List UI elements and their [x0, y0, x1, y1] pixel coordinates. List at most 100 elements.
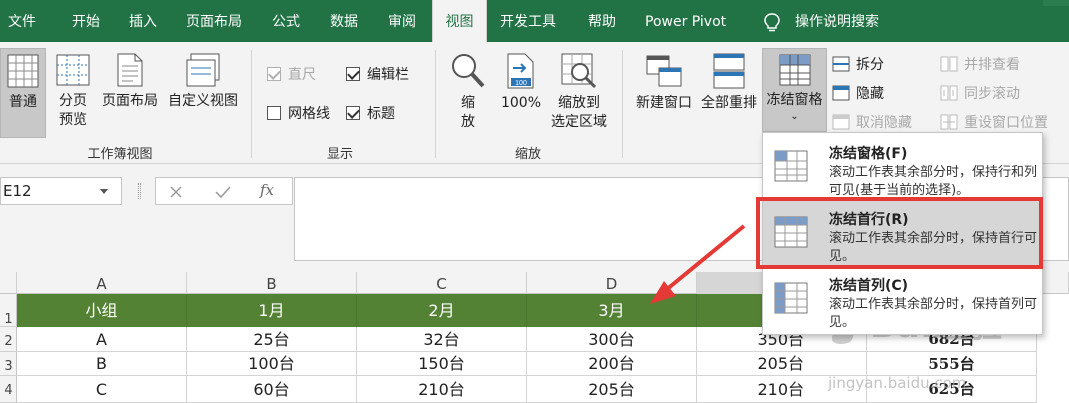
zoom-to-selection-button[interactable]: 缩放到 选定区域	[546, 52, 612, 132]
table-cell[interactable]: 300台	[527, 327, 697, 352]
insert-function-button[interactable]: fx	[260, 181, 274, 199]
table-cell[interactable]: 205台	[527, 376, 697, 403]
group-label-workbook-views: 工作簿视图	[87, 147, 153, 162]
gridlines-checkbox[interactable]: 网格线	[267, 103, 330, 123]
custom-views-label: 自定义视图	[168, 93, 238, 109]
table-cell[interactable]: 210台	[357, 376, 527, 403]
hide-label: 隐藏	[856, 86, 884, 102]
arrange-all-icon	[713, 53, 745, 89]
table-cell[interactable]: 200台	[527, 352, 697, 376]
sync-scroll-label: 同步滚动	[964, 86, 1020, 102]
table-cell[interactable]: 32台	[357, 327, 527, 352]
gridlines-label: 网格线	[288, 106, 330, 122]
split-button[interactable]: 拆分	[832, 54, 884, 74]
reset-position-icon	[940, 114, 958, 130]
menu-item-freeze-first-column[interactable]: 冻结首列(C) 滚动工作表其余部分时，保持首列可见。	[763, 267, 1042, 333]
tab-developer[interactable]: 开发工具	[500, 0, 556, 42]
menu-item-freeze-panes[interactable]: 冻结窗格(F) 滚动工作表其余部分时，保持行和列可见(基于当前的选择)。	[763, 135, 1042, 201]
zoom-100-button[interactable]: 100 100%	[497, 52, 545, 113]
ruler-checkbox[interactable]: 直尺	[267, 64, 316, 84]
new-window-button[interactable]: 新建窗口	[632, 52, 696, 113]
reset-window-position-button[interactable]: 重设窗口位置	[940, 112, 1048, 132]
custom-view-icon	[186, 53, 220, 87]
menu-item-title: 冻结首列(C)	[829, 278, 909, 294]
table-cell[interactable]: A	[17, 327, 187, 352]
select-all-corner[interactable]	[0, 272, 17, 294]
zoom-100-icon: 100	[507, 53, 534, 89]
tab-power-pivot[interactable]: Power Pivot	[645, 0, 726, 42]
freeze-first-column-icon	[774, 282, 808, 314]
group-label-show: 显示	[326, 147, 353, 162]
gridlines-check-mark	[267, 106, 281, 120]
side-by-side-button[interactable]: 并排查看	[940, 54, 1020, 74]
header-cell-jan[interactable]: 1月	[187, 294, 357, 327]
freeze-panes-label: 冻结窗格	[766, 92, 823, 108]
header-cell-mar[interactable]: 3月	[527, 294, 697, 327]
page-layout-view-button[interactable]: 页面布局	[98, 52, 162, 111]
tab-help[interactable]: 帮助	[588, 0, 616, 42]
enter-check-icon[interactable]	[214, 184, 232, 200]
cancel-icon[interactable]	[168, 184, 184, 200]
tab-formulas[interactable]: 公式	[272, 0, 300, 42]
arrange-all-button[interactable]: 全部重排	[697, 52, 761, 113]
column-header-a[interactable]: A	[17, 272, 187, 294]
formula-bar-label: 编辑栏	[367, 67, 409, 83]
page-break-preview-button[interactable]: 分页 预览	[52, 52, 94, 130]
tab-review[interactable]: 审阅	[388, 0, 416, 42]
table-cell[interactable]: 60台	[187, 376, 357, 403]
tell-me-search[interactable]: 操作说明搜索	[795, 0, 879, 42]
table-cell[interactable]: 25台	[187, 327, 357, 352]
menu-item-title: 冻结窗格(F)	[829, 146, 908, 162]
splitter-handle[interactable]	[138, 183, 141, 199]
table-cell[interactable]: 100台	[187, 352, 357, 376]
sync-scroll-icon	[940, 85, 958, 101]
column-header-b[interactable]: B	[187, 272, 357, 294]
tab-home[interactable]: 开始	[72, 0, 100, 42]
unhide-label: 取消隐藏	[856, 115, 912, 131]
table-cell[interactable]: 150台	[357, 352, 527, 376]
split-icon	[832, 56, 850, 72]
tab-data[interactable]: 数据	[330, 0, 358, 42]
menu-item-desc: 滚动工作表其余部分时，保持行和列可见(基于当前的选择)。	[829, 165, 1038, 198]
tab-view[interactable]: 视图	[432, 0, 487, 42]
normal-view-button[interactable]: 普通	[0, 48, 46, 138]
header-cell-feb[interactable]: 2月	[357, 294, 527, 327]
page-layout-label: 页面布局	[102, 93, 158, 109]
custom-views-button[interactable]: 自定义视图	[163, 52, 243, 111]
tab-insert[interactable]: 插入	[129, 0, 157, 42]
headings-check-mark	[346, 106, 360, 120]
freeze-panes-button[interactable]: 冻结窗格 ⌄	[762, 48, 827, 132]
side-by-side-label: 并排查看	[964, 57, 1020, 73]
group-separator	[622, 50, 623, 158]
name-box-dropdown-icon[interactable]	[100, 189, 108, 194]
tab-page-layout[interactable]: 页面布局	[186, 0, 242, 42]
group-separator	[435, 50, 436, 158]
header-cell-group[interactable]: 小组	[17, 294, 187, 327]
hide-window-icon	[832, 85, 850, 101]
tab-file[interactable]: 文件	[8, 0, 36, 42]
row-header-1[interactable]: 1	[0, 294, 17, 327]
title-bar-edge	[1043, 0, 1069, 6]
new-window-icon	[646, 55, 682, 87]
unhide-button[interactable]: 取消隐藏	[832, 112, 912, 132]
column-header-c[interactable]: C	[357, 272, 527, 294]
svg-text:100: 100	[515, 80, 527, 87]
zoom-button[interactable]: 缩 放	[445, 52, 491, 132]
ribbon-tab-bar: 文件 开始 插入 页面布局 公式 数据 审阅 视图 开发工具 帮助 Power …	[0, 0, 1069, 42]
new-window-label: 新建窗口	[636, 95, 692, 111]
highlight-annotation-box	[756, 197, 1043, 269]
row-header-3[interactable]: 3	[0, 352, 17, 376]
hide-button[interactable]: 隐藏	[832, 83, 884, 103]
table-cell[interactable]: C	[17, 376, 187, 403]
table-cell[interactable]: B	[17, 352, 187, 376]
sync-scroll-button[interactable]: 同步滚动	[940, 83, 1020, 103]
column-header-d[interactable]: D	[527, 272, 697, 294]
normal-view-label: 普通	[9, 94, 37, 110]
split-label: 拆分	[856, 57, 884, 73]
zoom-to-selection-label: 缩放到 选定区域	[551, 95, 607, 130]
row-header-2[interactable]: 2	[0, 327, 17, 352]
formula-bar-checkbox[interactable]: 编辑栏	[346, 64, 409, 84]
headings-checkbox[interactable]: 标题	[346, 103, 395, 123]
row-header-4[interactable]: 4	[0, 376, 17, 403]
watermark-url: jingyan.baidu.com	[828, 374, 967, 392]
